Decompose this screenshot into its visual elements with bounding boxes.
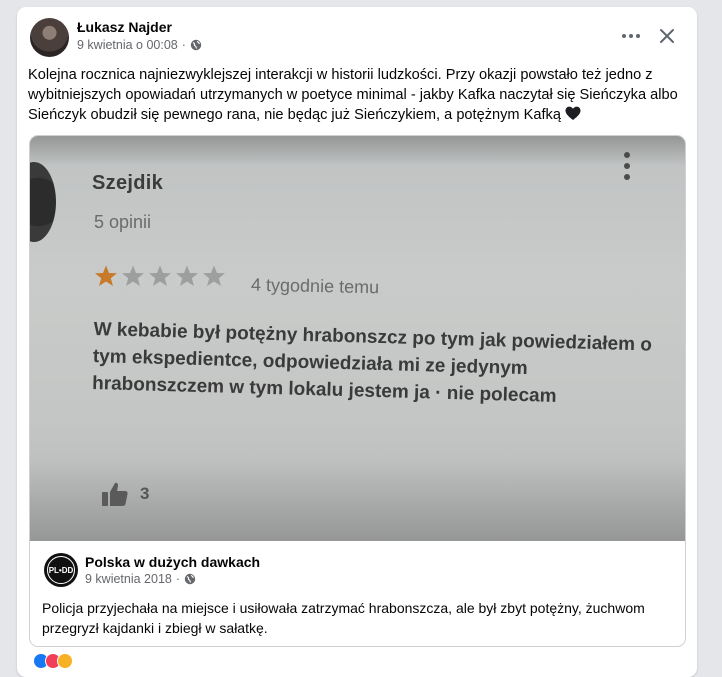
- post-text: Kolejna rocznica najniezwyklejszej inter…: [28, 65, 688, 125]
- star-empty-icon: [149, 265, 171, 286]
- shared-post[interactable]: Szejdik 5 opinii 4 tygodnie temu W kebab…: [29, 135, 686, 647]
- dot-icon: [636, 34, 640, 38]
- reviewer-name: Szejdik: [92, 172, 164, 194]
- star-empty-icon: [176, 265, 198, 286]
- dot-icon: [622, 34, 626, 38]
- star-filled-icon: [95, 265, 117, 286]
- source-logo[interactable]: PL•DD: [44, 553, 78, 587]
- author-avatar[interactable]: [30, 18, 69, 57]
- star-empty-icon: [122, 265, 144, 286]
- close-button[interactable]: [653, 22, 681, 50]
- review-time: 4 tygodnie temu: [250, 274, 380, 298]
- post-timestamp[interactable]: 9 kwietnia o 00:08: [77, 38, 178, 52]
- more-options-button[interactable]: [617, 22, 645, 50]
- source-date[interactable]: 9 kwietnia 2018: [85, 572, 172, 586]
- close-icon: [660, 29, 674, 43]
- like-count: 3: [140, 484, 150, 503]
- review-like: 3: [100, 480, 149, 508]
- globe-icon: [190, 39, 202, 51]
- haha-reaction-icon: [57, 653, 73, 669]
- kebab-menu-icon: [624, 152, 632, 185]
- dot-icon: [629, 34, 633, 38]
- globe-icon: [184, 573, 196, 585]
- reaction-icons[interactable]: [33, 653, 73, 669]
- source-meta: 9 kwietnia 2018 ·: [85, 572, 196, 586]
- review-text: W kebabie był potężny hrabonszcz po tym …: [91, 318, 653, 407]
- star-rating: [94, 264, 226, 288]
- black-heart-icon: [565, 106, 581, 120]
- star-empty-icon: [203, 265, 225, 286]
- review-photo[interactable]: Szejdik 5 opinii 4 tygodnie temu W kebab…: [30, 136, 685, 541]
- source-text: Policja przyjechała na miejsce i usiłowa…: [42, 600, 645, 636]
- review-count: 5 opinii: [94, 212, 152, 232]
- post-meta: 9 kwietnia o 00:08 ·: [77, 38, 202, 52]
- source-page-name[interactable]: Polska w dużych dawkach: [85, 554, 260, 570]
- thumbs-up-icon: [102, 482, 128, 506]
- reviewer-avatar: [30, 162, 56, 242]
- author-name[interactable]: Łukasz Najder: [77, 19, 172, 35]
- post-card: Łukasz Najder 9 kwietnia o 00:08 · Kolej…: [17, 7, 697, 677]
- source-post: PL•DD Polska w dużych dawkach 9 kwietnia…: [30, 541, 685, 646]
